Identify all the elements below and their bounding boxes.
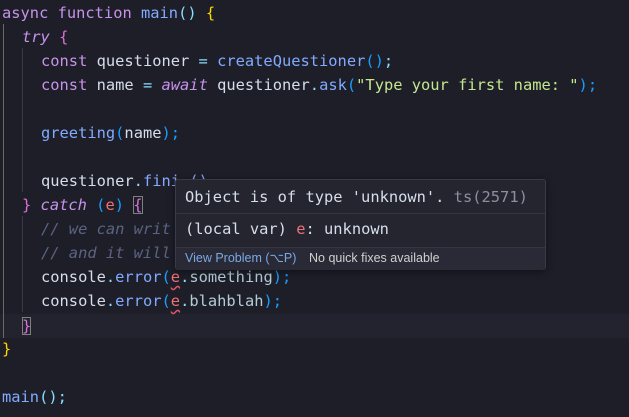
- function-name: main: [141, 4, 179, 22]
- hover-tooltip: Object is of type 'unknown'. ts(2571) (l…: [175, 179, 546, 270]
- paren: (: [161, 268, 171, 286]
- property: something: [189, 268, 273, 286]
- indent-guide: [22, 48, 23, 192]
- hover-footer: View Problem (⌥P) No quick fixes availab…: [176, 247, 545, 270]
- function-name: main: [2, 388, 40, 406]
- code-line-17[interactable]: main();: [2, 385, 67, 409]
- code-line-15[interactable]: }: [2, 337, 11, 361]
- current-line-highlight: [0, 314, 629, 338]
- no-quick-fixes-label: No quick fixes available: [309, 251, 440, 265]
- variable: name: [124, 124, 162, 142]
- code-line-1[interactable]: async function main() {: [2, 1, 215, 25]
- parameter: e: [105, 196, 115, 214]
- type-signature: (local var) e: unknown: [185, 217, 389, 241]
- signature-type: : unknown: [305, 220, 389, 238]
- brace: }: [2, 340, 12, 358]
- code-line-11[interactable]: // and it will: [41, 241, 171, 265]
- paren: );: [272, 268, 292, 286]
- variable: console: [41, 268, 106, 286]
- punctuation: .: [133, 172, 143, 190]
- punctuation: ();: [39, 388, 67, 406]
- view-problem-link[interactable]: View Problem (⌥P): [185, 248, 296, 269]
- function-name: greeting: [41, 124, 116, 142]
- keyword: const: [41, 76, 97, 94]
- paren: (): [365, 52, 384, 70]
- code-line-9[interactable]: } catch (e) {: [22, 193, 143, 217]
- indent-guide: [3, 24, 4, 338]
- variable: console: [41, 292, 106, 310]
- code-line-4[interactable]: const name = await questioner.ask("Type …: [41, 73, 597, 97]
- function-name: createQuestioner: [217, 52, 366, 70]
- hover-message-row: Object is of type 'unknown'. ts(2571): [185, 185, 528, 209]
- paren: ): [114, 196, 134, 214]
- string-literal: "Type your first name: ": [356, 76, 579, 94]
- code-line-3[interactable]: const questioner = createQuestioner();: [41, 49, 393, 73]
- brace: {: [133, 196, 143, 214]
- code-line-6[interactable]: greeting(name);: [41, 121, 180, 145]
- variable: questioner: [96, 52, 190, 70]
- variable: name: [96, 76, 134, 94]
- method-name: fin: [142, 172, 171, 190]
- property: blahblah: [189, 292, 264, 310]
- keyword: catch: [40, 196, 87, 214]
- operator: =: [189, 52, 218, 70]
- method-name: error: [115, 292, 162, 310]
- punctuation: .: [309, 76, 320, 94]
- variable: questioner: [207, 76, 310, 94]
- method-name: error: [115, 268, 162, 286]
- paren: );: [578, 76, 598, 94]
- code-line-2[interactable]: try {: [22, 25, 68, 49]
- keyword: async function: [2, 4, 141, 22]
- punctuation: .: [180, 292, 190, 310]
- brace: {: [205, 4, 216, 22]
- method-name: ask: [319, 76, 347, 94]
- operator: =: [133, 76, 162, 94]
- brace: }: [22, 196, 41, 214]
- paren: (: [86, 196, 106, 214]
- comment: // and it will: [41, 244, 171, 262]
- error-message: Object is of type 'unknown'.: [185, 188, 445, 206]
- error-code: ts(2571): [444, 188, 528, 206]
- punctuation: .: [105, 268, 116, 286]
- punctuation: .: [180, 268, 190, 286]
- comment: // we can writ: [41, 220, 171, 238]
- keyword: await: [161, 76, 208, 94]
- paren: (: [161, 292, 171, 310]
- indent-guide: [22, 216, 23, 312]
- keyword: const: [41, 52, 97, 70]
- code-line-14[interactable]: }: [22, 314, 32, 338]
- divider: [176, 213, 545, 214]
- paren: );: [263, 292, 283, 310]
- punctuation: .: [105, 292, 116, 310]
- brace: }: [22, 317, 32, 335]
- parameter-error[interactable]: e: [171, 292, 180, 310]
- keyword: try: [22, 28, 50, 46]
- paren: (: [346, 76, 357, 94]
- punctuation: (): [178, 4, 206, 22]
- punctuation: ;: [383, 52, 394, 70]
- paren: );: [161, 124, 181, 142]
- brace: {: [59, 28, 69, 46]
- parameter-error[interactable]: e: [171, 268, 180, 286]
- signature-prefix: (local var): [185, 220, 297, 238]
- code-line-13[interactable]: console.error(e.blahblah);: [41, 289, 282, 313]
- code-line-10[interactable]: // we can writ: [41, 217, 171, 241]
- variable: questioner: [41, 172, 134, 190]
